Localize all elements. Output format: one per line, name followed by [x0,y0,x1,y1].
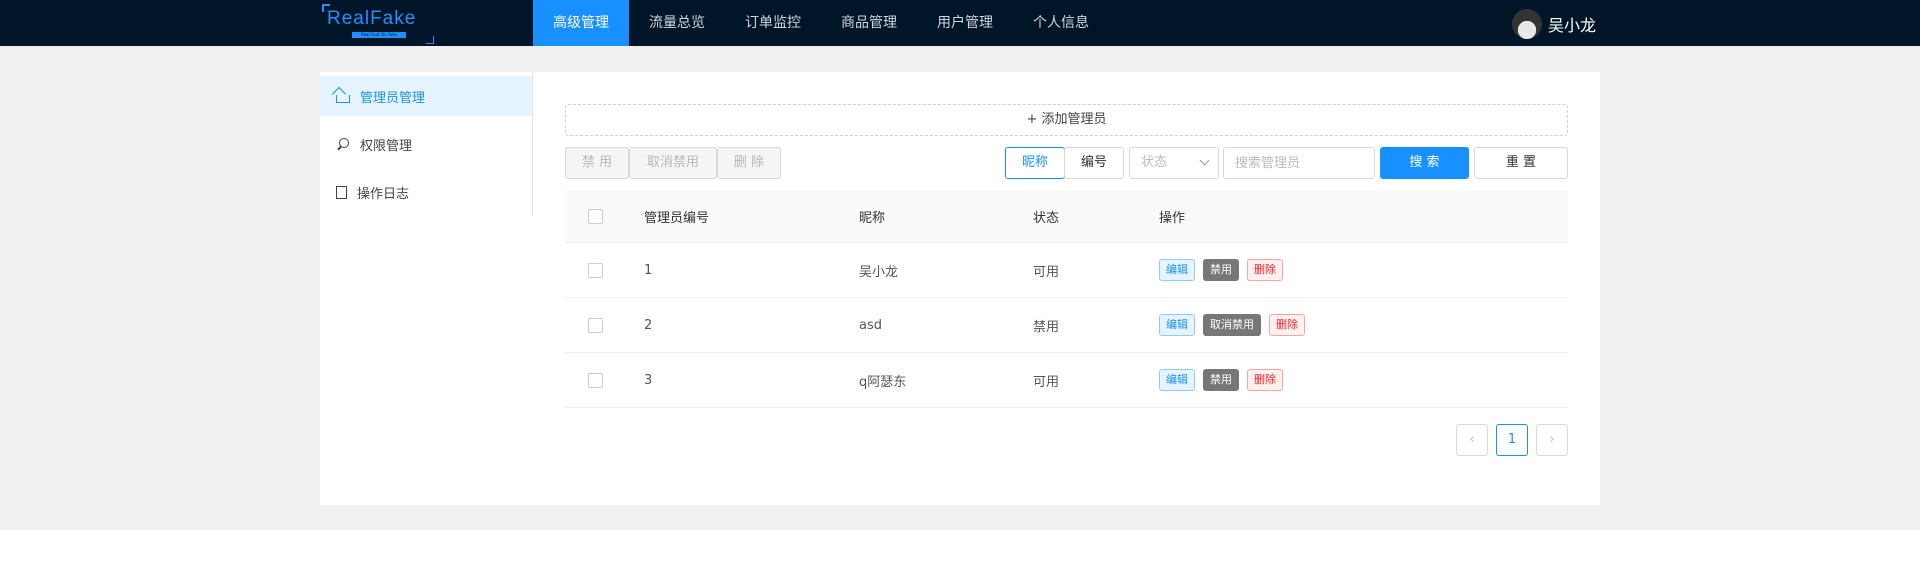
enable-toggle-button[interactable]: 取消禁用 [1203,314,1261,336]
table-row: 2 asd 禁用 编辑 取消禁用 删除 [565,298,1568,353]
username: 吴小龙 [1548,16,1597,35]
disable-button[interactable]: 禁 用 [565,147,629,179]
nav-tab-traffic-overview[interactable]: 流量总览 [629,0,725,46]
row-checkbox[interactable] [588,262,603,278]
status-select-placeholder: 状态 [1141,155,1168,170]
search-by-id-toggle[interactable]: 编号 [1064,147,1124,179]
admin-table: 管理员编号 昵称 状态 操作 1 吴小龙 可用 编辑 禁用 删除 2 asd 禁… [565,190,1568,408]
admin-id: 3 [644,372,653,388]
nav-tab-order-monitor[interactable]: 订单监控 [725,0,821,46]
table-row: 3 q阿瑟东 可用 编辑 禁用 删除 [565,353,1568,408]
delete-row-button[interactable]: 删除 [1269,314,1305,336]
logo-subtext: Real Fruit On Fake [352,32,406,38]
home-icon [336,95,350,103]
logo-text: RealFake [327,8,417,29]
sidebar-item-operation-log[interactable]: 操作日志 [320,172,532,212]
enable-button[interactable]: 取消禁用 [629,147,717,179]
nav-tab-profile[interactable]: 个人信息 [1013,0,1109,46]
row-actions: 编辑 禁用 删除 [1159,353,1291,407]
top-navbar: RealFake Real Fruit On Fake 高级管理 流量总览 订单… [0,0,1920,46]
logo-corner [426,36,434,44]
sidebar-item-label: 权限管理 [360,138,413,154]
main-nav: 高级管理 流量总览 订单监控 商品管理 用户管理 个人信息 [533,0,1109,46]
row-checkbox[interactable] [588,317,603,333]
table-header: 管理员编号 昵称 状态 操作 [565,190,1568,243]
sidebar-item-permissions[interactable]: 权限管理 [320,124,532,164]
sidebar-item-admin-management[interactable]: 管理员管理 [320,76,532,116]
reset-button[interactable]: 重 置 [1474,147,1568,179]
search-input[interactable] [1223,147,1375,179]
search-by-nickname-toggle[interactable]: 昵称 [1005,147,1065,179]
table-row: 1 吴小龙 可用 编辑 禁用 删除 [565,243,1568,298]
search-icon [336,137,350,151]
admin-nickname: 吴小龙 [859,264,899,280]
delete-button[interactable]: 删 除 [717,147,781,179]
admin-status: 可用 [1033,374,1060,390]
sidebar: 管理员管理 权限管理 操作日志 [320,72,533,216]
column-header-actions: 操作 [1159,210,1186,226]
avatar[interactable] [1512,9,1542,39]
admin-status: 禁用 [1033,319,1060,335]
edit-button[interactable]: 编辑 [1159,259,1195,281]
add-admin-button[interactable]: + 添加管理员 [565,104,1568,136]
nav-tab-user-management[interactable]: 用户管理 [917,0,1013,46]
nav-tab-advanced-admin[interactable]: 高级管理 [533,0,629,46]
disable-toggle-button[interactable]: 禁用 [1203,259,1239,281]
admin-id: 2 [644,317,653,333]
edit-button[interactable]: 编辑 [1159,314,1195,336]
admin-nickname: q阿瑟东 [859,374,907,390]
status-select[interactable]: 状态 [1129,147,1219,179]
pagination-page-1[interactable]: 1 [1496,424,1528,456]
chevron-down-icon [1199,155,1210,166]
row-checkbox[interactable] [588,372,603,388]
admin-nickname: asd [859,317,882,333]
edit-button[interactable]: 编辑 [1159,369,1195,391]
file-icon [336,185,347,199]
logo[interactable]: RealFake Real Fruit On Fake [322,4,434,44]
user-menu[interactable]: 吴小龙 [1512,9,1596,39]
disable-toggle-button[interactable]: 禁用 [1203,369,1239,391]
pagination-prev-button[interactable]: ‹ [1456,424,1488,456]
admin-id: 1 [644,262,653,278]
admin-status: 可用 [1033,264,1060,280]
row-actions: 编辑 取消禁用 删除 [1159,298,1313,352]
pagination-next-button[interactable]: › [1536,424,1568,456]
column-header-nickname: 昵称 [859,210,886,226]
column-header-id: 管理员编号 [644,210,710,226]
search-button[interactable]: 搜 索 [1380,147,1469,179]
row-actions: 编辑 禁用 删除 [1159,243,1291,297]
sidebar-item-label: 操作日志 [357,186,410,202]
delete-row-button[interactable]: 删除 [1247,369,1283,391]
delete-row-button[interactable]: 删除 [1247,259,1283,281]
sidebar-item-label: 管理员管理 [360,90,426,106]
column-header-status: 状态 [1033,210,1060,226]
select-all-checkbox[interactable] [588,208,603,224]
nav-tab-product-management[interactable]: 商品管理 [821,0,917,46]
